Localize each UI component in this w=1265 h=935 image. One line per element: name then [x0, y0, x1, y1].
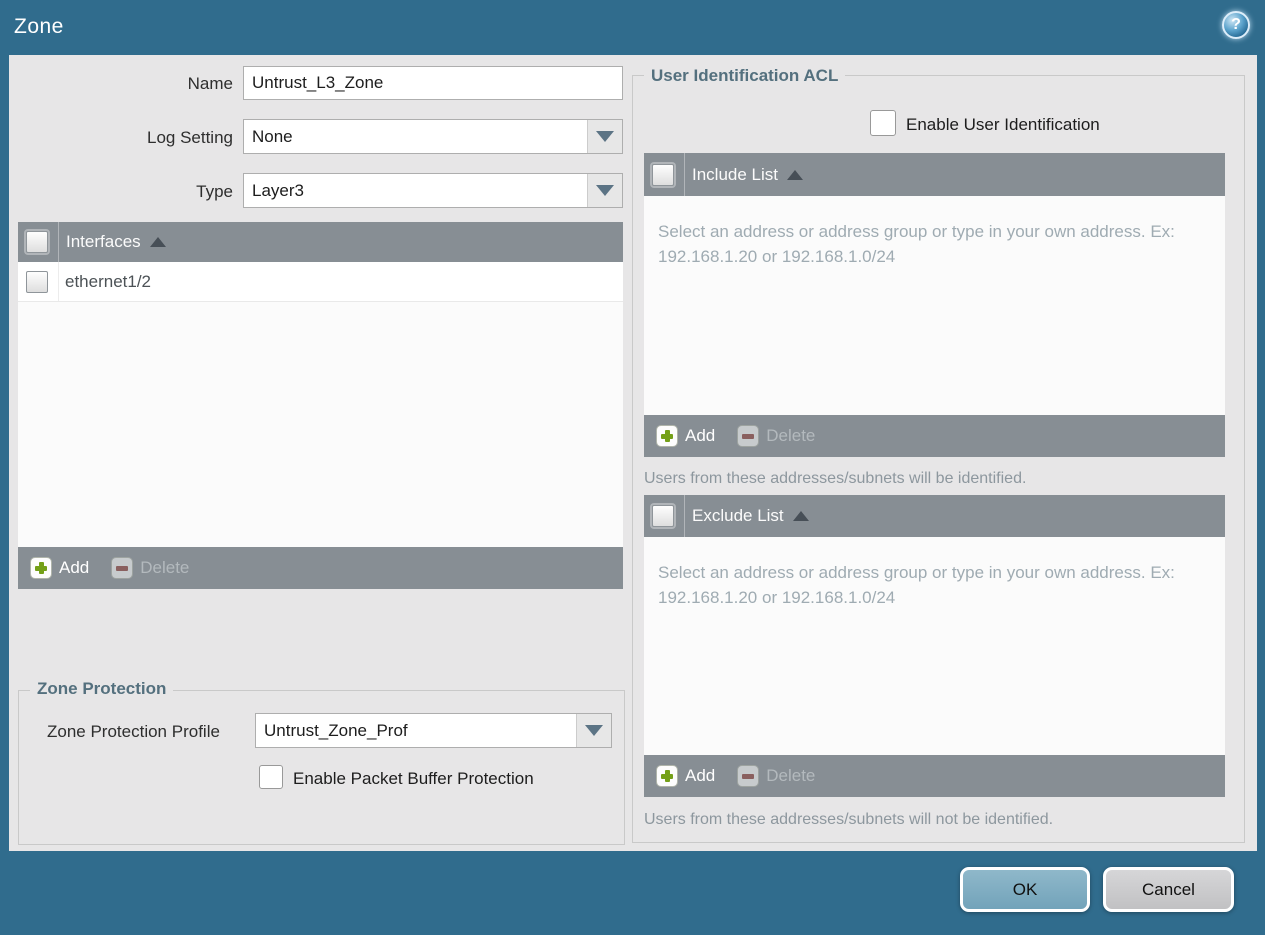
log-setting-dropdown-button[interactable]: [587, 120, 622, 153]
include-list-column-header[interactable]: Include List: [692, 165, 778, 185]
column-divider: [58, 262, 59, 301]
include-list-caption: Users from these addresses/subnets will …: [644, 470, 1027, 487]
delete-button-label: Delete: [140, 558, 190, 577]
interfaces-select-all-checkbox[interactable]: [26, 231, 48, 253]
interfaces-add-button[interactable]: Add: [30, 557, 89, 579]
log-setting-value[interactable]: None: [244, 120, 587, 153]
delete-button-label: Delete: [766, 426, 816, 445]
chevron-down-icon: [596, 131, 614, 142]
include-list-grid-toolbar: Add Delete: [644, 415, 1225, 457]
name-label: Name: [187, 74, 233, 93]
help-icon[interactable]: ?: [1222, 11, 1250, 39]
enable-user-identification-checkbox[interactable]: [870, 110, 896, 136]
plus-icon: [30, 557, 52, 579]
sort-ascending-icon: [787, 169, 803, 180]
delete-button-label: Delete: [766, 766, 816, 785]
exclude-list-grid-toolbar: Add Delete: [644, 755, 1225, 797]
exclude-list-placeholder: Select an address or address group or ty…: [658, 563, 1175, 607]
type-value[interactable]: Layer3: [244, 174, 587, 207]
interfaces-delete-button[interactable]: Delete: [111, 557, 189, 579]
include-list-placeholder: Select an address or address group or ty…: [658, 222, 1175, 266]
zone-protection-profile-label: Zone Protection Profile: [47, 722, 220, 741]
name-input[interactable]: [243, 66, 623, 100]
chevron-down-icon: [585, 725, 603, 736]
interface-name: ethernet1/2: [65, 271, 152, 291]
enable-user-identification-label: Enable User Identification: [906, 115, 1100, 134]
add-button-label: Add: [685, 426, 716, 445]
enable-packet-buffer-protection-label: Enable Packet Buffer Protection: [293, 769, 534, 788]
include-list-delete-button[interactable]: Delete: [737, 425, 815, 447]
exclude-list-grid-body[interactable]: Select an address or address group or ty…: [644, 537, 1225, 755]
log-setting-label: Log Setting: [146, 128, 233, 147]
sort-ascending-icon: [792, 511, 809, 521]
zone-protection-profile-value[interactable]: Untrust_Zone_Prof: [256, 714, 576, 747]
minus-icon: [737, 765, 760, 787]
plus-icon: [656, 765, 678, 787]
log-setting-dropdown[interactable]: None: [243, 119, 623, 154]
minus-icon: [737, 425, 760, 447]
include-list-grid-body[interactable]: Select an address or address group or ty…: [644, 196, 1225, 415]
exclude-list-grid-header[interactable]: Exclude List: [644, 495, 1225, 537]
zone-protection-profile-dropdown-button[interactable]: [576, 714, 611, 747]
interfaces-grid-header[interactable]: Interfaces: [18, 222, 623, 262]
minus-icon: [111, 557, 134, 579]
include-list-grid-header[interactable]: Include List: [644, 153, 1225, 196]
sort-ascending-icon: [149, 237, 166, 247]
user-id-acl-legend: User Identification ACL: [644, 66, 846, 86]
type-label: Type: [196, 182, 233, 201]
column-divider: [684, 153, 685, 196]
enable-packet-buffer-protection-checkbox[interactable]: [259, 765, 283, 789]
column-divider: [684, 495, 685, 537]
column-divider: [58, 222, 59, 262]
dialog-title: Zone: [14, 15, 64, 38]
interfaces-grid-body: ethernet1/2: [18, 262, 623, 547]
exclude-list-add-button[interactable]: Add: [656, 765, 715, 787]
chevron-down-icon: [596, 185, 614, 196]
exclude-list-column-header[interactable]: Exclude List: [692, 506, 784, 526]
add-button-label: Add: [59, 558, 90, 577]
type-dropdown[interactable]: Layer3: [243, 173, 623, 208]
exclude-list-delete-button[interactable]: Delete: [737, 765, 815, 787]
cancel-button[interactable]: Cancel: [1103, 867, 1234, 912]
include-list-select-all-checkbox[interactable]: [652, 163, 674, 186]
include-list-add-button[interactable]: Add: [656, 425, 715, 447]
zone-protection-legend: Zone Protection: [30, 679, 174, 699]
ok-button[interactable]: OK: [960, 867, 1090, 912]
exclude-list-select-all-checkbox[interactable]: [652, 505, 674, 527]
interface-row-checkbox[interactable]: [26, 270, 48, 293]
add-button-label: Add: [685, 766, 716, 785]
exclude-list-caption: Users from these addresses/subnets will …: [644, 811, 1054, 828]
interfaces-grid-toolbar: Add Delete: [18, 547, 623, 589]
interfaces-column-header[interactable]: Interfaces: [66, 232, 141, 252]
interface-row[interactable]: ethernet1/2: [18, 262, 623, 302]
plus-icon: [656, 425, 678, 447]
type-dropdown-button[interactable]: [587, 174, 622, 207]
zone-protection-profile-dropdown[interactable]: Untrust_Zone_Prof: [255, 713, 612, 748]
